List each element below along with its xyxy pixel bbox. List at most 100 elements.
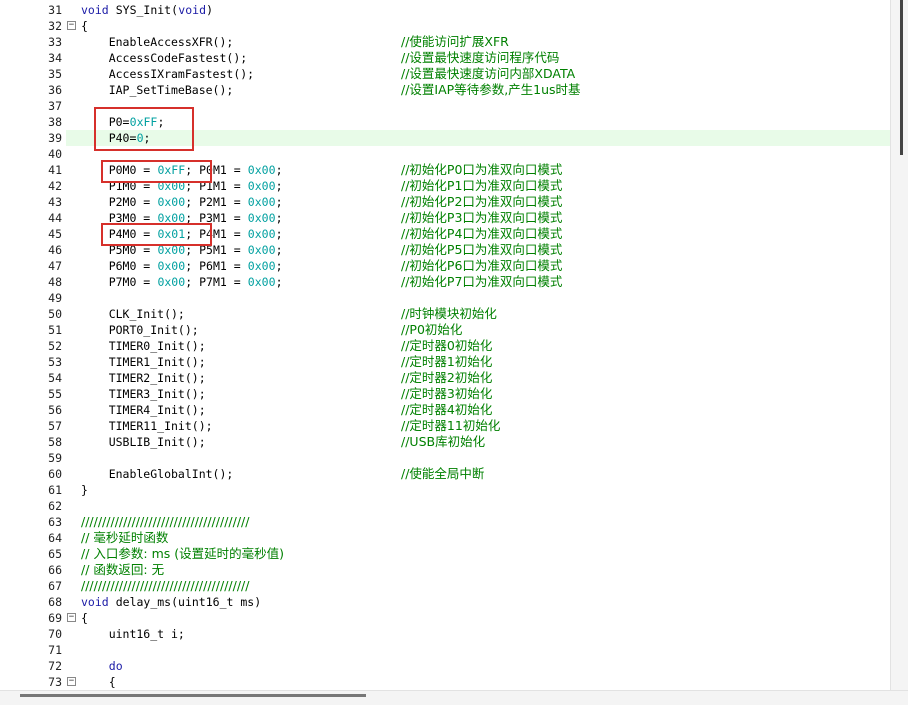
code-line[interactable]: TIMER0_Init(); //定时器0初始化 <box>66 338 890 354</box>
vertical-scrollbar-thumb[interactable] <box>900 0 903 155</box>
code-number: 0x00 <box>157 259 186 273</box>
code-comment: //初始化P3口为准双向口模式 <box>401 210 563 225</box>
code-keyword: void <box>178 3 206 17</box>
code-text: ; <box>275 195 283 209</box>
code-line[interactable] <box>66 450 890 466</box>
code-comment: //////////////////////////////////////// <box>81 578 250 593</box>
code-line[interactable]: uint16_t i; <box>66 626 890 642</box>
code-text: } <box>81 483 88 497</box>
code-line[interactable]: CLK_Init(); //时钟模块初始化 <box>66 306 890 322</box>
line-number: 37 <box>48 99 62 113</box>
code-text: { <box>81 611 88 625</box>
code-line[interactable] <box>66 498 890 514</box>
code-line[interactable]: EnableGlobalInt(); //使能全局中断 <box>66 466 890 482</box>
line-number: 53 <box>48 355 62 369</box>
line-number: 39 <box>48 131 62 145</box>
code-comment: //////////////////////////////////////// <box>81 514 250 529</box>
line-number: 64 <box>48 531 62 545</box>
code-line[interactable]: TIMER1_Init(); //定时器1初始化 <box>66 354 890 370</box>
code-text: ) <box>206 3 214 17</box>
line-number: 68 <box>48 595 62 609</box>
code-line[interactable]: //////////////////////////////////////// <box>66 578 890 594</box>
code-line[interactable]: IAP_SetTimeBase(); //设置IAP等待参数,产生1us时基 <box>66 82 890 98</box>
code-line[interactable] <box>66 642 890 658</box>
code-keyword: void <box>81 595 109 609</box>
code-line[interactable]: { <box>66 18 890 34</box>
code-line[interactable]: } <box>66 482 890 498</box>
code-text: ; P7M1 = <box>185 275 248 289</box>
line-number: 47 <box>48 259 62 273</box>
horizontal-scrollbar[interactable] <box>0 690 908 705</box>
code-line[interactable]: //////////////////////////////////////// <box>66 514 890 530</box>
code-line[interactable]: P6M0 = 0x00; P6M1 = 0x00; //初始化P6口为准双向口模式 <box>66 258 890 274</box>
code-line[interactable]: AccessIXramFastest(); //设置最快速度访问内部XDATA <box>66 66 890 82</box>
code-text: ; <box>275 275 283 289</box>
line-number: 33 <box>48 35 62 49</box>
code-comment: //初始化P7口为准双向口模式 <box>401 274 563 289</box>
vertical-scrollbar[interactable] <box>890 0 908 690</box>
code-line[interactable]: TIMER4_Init(); //定时器4初始化 <box>66 402 890 418</box>
code-line[interactable]: // 入口参数: ms (设置延时的毫秒值) <box>66 546 890 562</box>
code-line[interactable]: P7M0 = 0x00; P7M1 = 0x00; //初始化P7口为准双向口模式 <box>66 274 890 290</box>
code-line[interactable]: PORT0_Init(); //P0初始化 <box>66 322 890 338</box>
line-number: 66 <box>48 563 62 577</box>
line-number: 45 <box>48 227 62 241</box>
code-text: ; <box>275 163 283 177</box>
line-number: 42 <box>48 179 62 193</box>
code-text: P7M0 = <box>81 275 158 289</box>
code-comment: //P0初始化 <box>401 322 463 337</box>
code-line[interactable]: EnableAccessXFR(); //使能访问扩展XFR <box>66 34 890 50</box>
code-comment: //初始化P1口为准双向口模式 <box>401 178 563 193</box>
code-line[interactable]: void delay_ms(uint16_t ms) <box>66 594 890 610</box>
code-line[interactable]: // 函数返回: 无 <box>66 562 890 578</box>
code-comment: //定时器4初始化 <box>401 402 493 417</box>
code-line[interactable]: AccessCodeFastest(); //设置最快速度访问程序代码 <box>66 50 890 66</box>
code-line[interactable]: TIMER2_Init(); //定时器2初始化 <box>66 370 890 386</box>
code-text: TIMER1_Init(); <box>81 355 206 369</box>
code-line[interactable]: USBLIB_Init(); //USB库初始化 <box>66 434 890 450</box>
code-comment: //USB库初始化 <box>401 434 486 449</box>
line-number: 70 <box>48 627 62 641</box>
code-number: 0x00 <box>247 227 276 241</box>
line-number: 62 <box>48 499 62 513</box>
code-area[interactable]: void SYS_Init(void){ EnableAccessXFR(); /… <box>66 0 890 690</box>
code-line[interactable]: P2M0 = 0x00; P2M1 = 0x00; //初始化P2口为准双向口模式 <box>66 194 890 210</box>
code-line[interactable]: TIMER11_Init(); //定时器11初始化 <box>66 418 890 434</box>
line-number: 49 <box>48 291 62 305</box>
code-text: CLK_Init(); <box>81 307 185 321</box>
highlight-box-p0m0 <box>101 160 212 183</box>
code-text: EnableGlobalInt(); <box>81 467 234 481</box>
code-text: TIMER0_Init(); <box>81 339 206 353</box>
code-text: TIMER3_Init(); <box>81 387 206 401</box>
code-line[interactable] <box>66 290 890 306</box>
code-line[interactable]: { <box>66 674 890 690</box>
code-comment: // 毫秒延时函数 <box>81 530 169 545</box>
code-line[interactable]: void SYS_Init(void) <box>66 2 890 18</box>
code-text: EnableAccessXFR(); <box>81 35 234 49</box>
code-comment: //初始化P5口为准双向口模式 <box>401 242 563 257</box>
line-number: 46 <box>48 243 62 257</box>
code-number: 0x00 <box>247 259 276 273</box>
code-text: ; P6M1 = <box>185 259 248 273</box>
code-comment: //使能全局中断 <box>401 466 485 481</box>
line-number: 63 <box>48 515 62 529</box>
code-line[interactable]: TIMER3_Init(); //定时器3初始化 <box>66 386 890 402</box>
code-line[interactable]: do <box>66 658 890 674</box>
code-editor[interactable]: 31 32−33 34 35 36 37 38 39 40 41 42 43 44 45 46 47 48 49 5… <box>0 0 908 705</box>
highlight-box-p4m0 <box>101 223 212 246</box>
line-number: 51 <box>48 323 62 337</box>
code-line[interactable]: { <box>66 610 890 626</box>
line-number: 48 <box>48 275 62 289</box>
line-number: 58 <box>48 435 62 449</box>
code-number: 0x00 <box>247 195 276 209</box>
line-number: 72 <box>48 659 62 673</box>
line-number: 31 <box>48 3 62 17</box>
line-number: 32 <box>48 19 62 33</box>
code-line[interactable]: // 毫秒延时函数 <box>66 530 890 546</box>
code-comment: //初始化P2口为准双向口模式 <box>401 194 563 209</box>
horizontal-scrollbar-thumb[interactable] <box>20 694 366 697</box>
line-number: 36 <box>48 83 62 97</box>
line-number: 56 <box>48 403 62 417</box>
line-number: 61 <box>48 483 62 497</box>
